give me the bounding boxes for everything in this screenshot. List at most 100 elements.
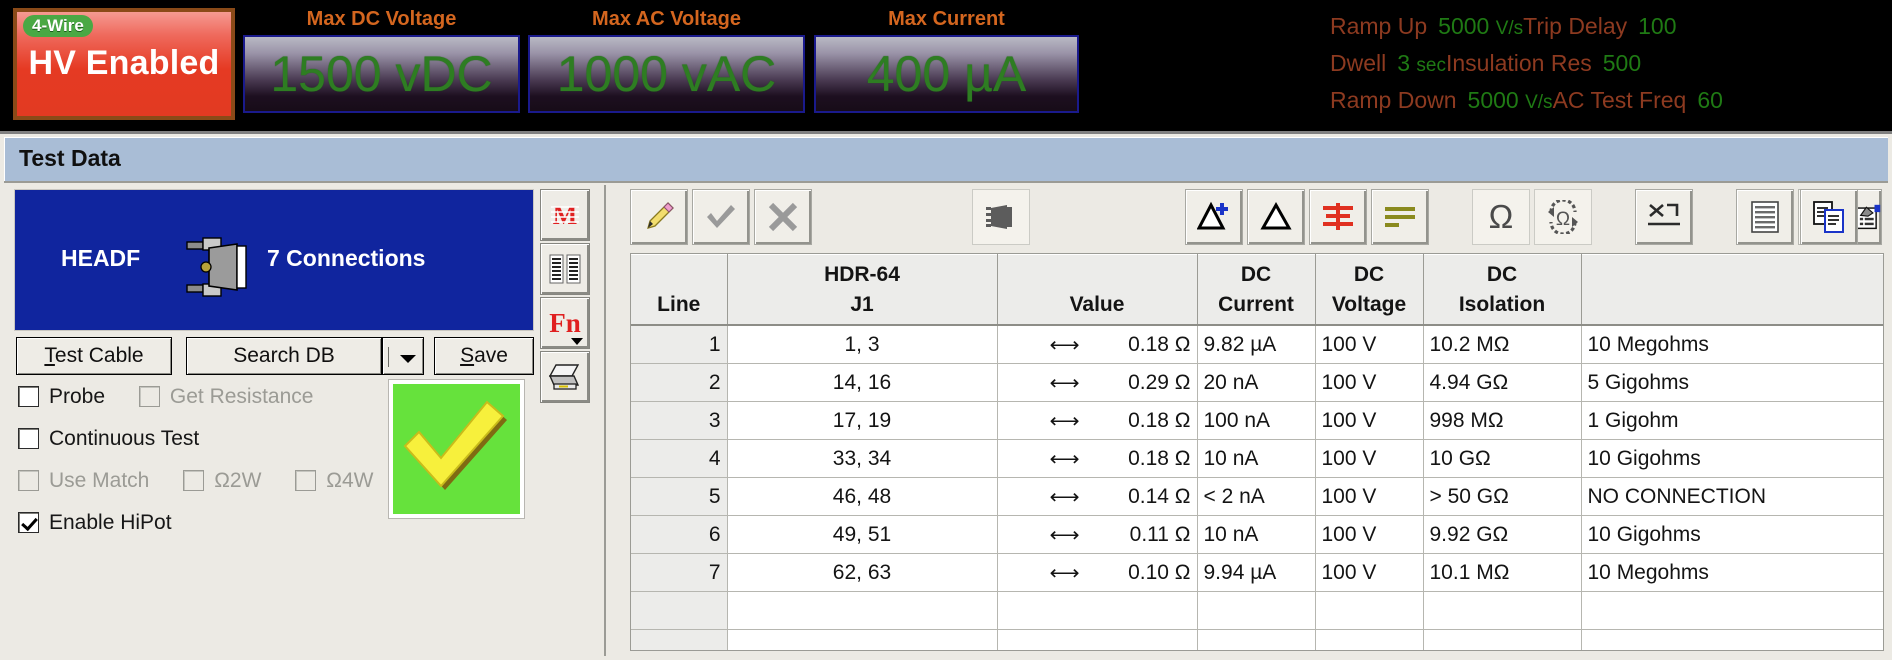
copy-icon[interactable]: [1800, 189, 1858, 245]
max-current-meter[interactable]: Max Current 400 µA: [814, 8, 1079, 113]
measure-icon[interactable]: [1635, 189, 1693, 245]
col-header-connector[interactable]: HDR-64 J1: [727, 254, 998, 326]
printer-glyph: [548, 364, 580, 390]
enable-hipot-checkbox[interactable]: Enable HiPot: [18, 511, 172, 535]
col-header-dc-voltage[interactable]: DC Voltage: [1315, 254, 1424, 326]
side-icon-strip: M Fn: [540, 189, 594, 405]
cell-pins: 62, 63: [727, 553, 998, 592]
netlist-icon[interactable]: M: [540, 189, 590, 241]
hipot-parameters: Ramp Up 5000 V/sTrip Delay 100 Dwell 3 secI…: [1330, 8, 1892, 119]
refresh-ohm-icon[interactable]: Ω: [1534, 189, 1592, 245]
continuous-test-checkbox[interactable]: Continuous Test: [18, 427, 199, 451]
save-button-label: ave: [474, 344, 508, 367]
bidirectional-arrow-icon: ⟷: [1049, 523, 1080, 546]
ohm-2wire-checkbox-label: Ω2W: [214, 469, 262, 492]
svg-text:Ω: Ω: [1556, 209, 1570, 230]
ac-test-freq-label: AC Test Freq: [1552, 87, 1687, 113]
test-data-table: Line HDR-64 J1 Value DC Current DC Volta…: [631, 254, 1883, 650]
connector-display[interactable]: HEADF 7 Connections: [14, 189, 534, 331]
enable-hipot-checkbox-label: Enable HiPot: [49, 511, 172, 534]
cell-line: 3: [631, 401, 728, 440]
cell-dc-isolation: 4.94 GΩ: [1423, 363, 1582, 402]
function-keys-icon[interactable]: Fn: [540, 297, 590, 349]
single-column-glyph: [1751, 201, 1779, 233]
param-row-dwell: Dwell 3 secInsulation Res 500: [1330, 45, 1892, 82]
ohm-4wire-checkbox: Ω4W: [295, 469, 373, 493]
edit-pencil-icon[interactable]: [630, 189, 688, 245]
add-net-icon[interactable]: [1185, 189, 1243, 245]
save-button[interactable]: Save: [434, 337, 534, 375]
client-area: HEADF 7 Connections Test Cable Search DB: [4, 181, 1888, 660]
cell-dc-isolation: > 50 GΩ: [1423, 477, 1582, 516]
cell-note: 1 Gigohm: [1581, 401, 1883, 440]
page-title: Test Data: [19, 145, 121, 171]
ramp-up-label: Ramp Up: [1330, 13, 1428, 39]
connector-name: HEADF: [61, 245, 141, 271]
col-header-dc-current[interactable]: DC Current: [1197, 254, 1316, 326]
table-empty-row[interactable]: [631, 629, 1883, 650]
cell-dc-isolation: 10.2 MΩ: [1423, 325, 1582, 364]
continuous-test-checkbox-label: Continuous Test: [49, 427, 200, 450]
bidirectional-arrow-icon: ⟷: [1049, 333, 1080, 356]
table-row[interactable]: 2 14, 16 ⟷ 0.29 Ω 20 nA 100 V 4.94 GΩ 5 Gigohms: [631, 363, 1883, 402]
cell-value: ⟷ 0.18 Ω: [997, 401, 1198, 440]
table-row[interactable]: 5 46, 48 ⟷ 0.14 Ω < 2 nA 100 V > 50 GΩ NO CONNE…: [631, 477, 1883, 516]
use-match-checkbox: Use Match: [18, 469, 149, 493]
print-icon[interactable]: [540, 351, 590, 403]
search-db-dropdown-button[interactable]: [382, 337, 424, 375]
svg-text:M: M: [553, 201, 578, 229]
cell-line: 6: [631, 515, 728, 554]
accept-check-icon[interactable]: [692, 189, 750, 245]
checkbox-box: [18, 470, 39, 491]
max-ac-voltage-meter[interactable]: Max AC Voltage 1000 vAC: [528, 8, 805, 113]
netlist-glyph: M: [551, 201, 579, 229]
sort-red-icon[interactable]: [1309, 189, 1367, 245]
max-current-caption: Max Current: [888, 8, 1005, 30]
insulation-res-label: Insulation Res: [1446, 50, 1592, 76]
cell-empty: [1197, 591, 1316, 630]
list-columns-icon[interactable]: [540, 243, 590, 295]
table-header-row: Line HDR-64 J1 Value DC Current DC Volta…: [631, 254, 1883, 326]
param-row-ramp-up: Ramp Up 5000 V/sTrip Delay 100: [1330, 8, 1892, 45]
bidirectional-arrow-icon: ⟷: [1049, 447, 1080, 470]
chevron-down-icon: [400, 355, 416, 363]
get-resistance-checkbox: Get Resistance: [138, 385, 313, 409]
col-header-dc-isolation[interactable]: DC Isolation: [1423, 254, 1582, 326]
table-row[interactable]: 1 1, 3 ⟷ 0.18 Ω 9.82 µA 100 V 10.2 MΩ 10 Megohm…: [631, 325, 1883, 364]
table-row[interactable]: 4 33, 34 ⟷ 0.18 Ω 10 nA 100 V 10 GΩ 10 Gigohms: [631, 439, 1883, 478]
test-data-grid[interactable]: Line HDR-64 J1 Value DC Current DC Volta…: [630, 253, 1884, 651]
search-db-button[interactable]: Search DB: [186, 337, 382, 375]
cell-dc-voltage: 100 V: [1315, 515, 1424, 554]
sort-olive-icon[interactable]: [1371, 189, 1429, 245]
col-header-value[interactable]: Value: [997, 254, 1198, 326]
table-row[interactable]: 3 17, 19 ⟷ 0.18 Ω 100 nA 100 V 998 MΩ 1 Gigohm: [631, 401, 1883, 440]
cell-dc-isolation: 10 GΩ: [1423, 439, 1582, 478]
table-row[interactable]: 7 62, 63 ⟷ 0.10 Ω 9.94 µA 100 V 10.1 MΩ 10 Mego…: [631, 553, 1883, 592]
cable-info-panel: HEADF 7 Connections Test Cable Search DB: [8, 185, 590, 655]
fn-glyph: Fn: [549, 307, 581, 338]
bidirectional-arrow-icon: ⟷: [1049, 371, 1080, 394]
dwell-value: 3 sec: [1397, 50, 1446, 76]
pass-background: [393, 384, 520, 514]
connector-icon[interactable]: [972, 189, 1030, 245]
trip-delay-label: Trip Delay: [1523, 13, 1628, 39]
single-column-view-icon[interactable]: [1736, 189, 1794, 245]
test-cable-button-label: est Cable: [54, 344, 144, 367]
cancel-x-icon[interactable]: [754, 189, 812, 245]
checkbox-box: [18, 428, 39, 449]
max-dc-voltage-meter[interactable]: Max DC Voltage 1500 vDC: [243, 8, 520, 113]
connector-glyph: [986, 205, 1012, 229]
dsub-connector-icon: [186, 237, 247, 297]
table-empty-row[interactable]: [631, 591, 1883, 630]
table-row[interactable]: 6 49, 51 ⟷ 0.11 Ω 10 nA 100 V 9.92 GΩ 10 Gigohm…: [631, 515, 1883, 554]
probe-checkbox[interactable]: Probe: [18, 385, 105, 409]
cell-empty: [1315, 591, 1424, 630]
hv-enabled-indicator[interactable]: 4-Wire HV Enabled: [13, 8, 235, 120]
cell-pins: 14, 16: [727, 363, 998, 402]
ohm-icon[interactable]: Ω: [1472, 189, 1530, 245]
col-header-note[interactable]: [1581, 254, 1883, 326]
cell-line: 1: [631, 325, 728, 364]
col-header-line[interactable]: Line: [631, 254, 728, 326]
net-icon[interactable]: [1247, 189, 1305, 245]
test-cable-button[interactable]: Test Cable: [16, 337, 172, 375]
